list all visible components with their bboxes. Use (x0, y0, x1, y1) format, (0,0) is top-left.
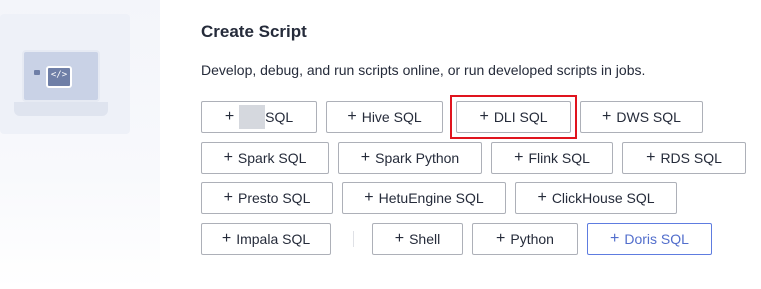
button-label: Hive SQL (361, 109, 422, 125)
doris-sql-button[interactable]: + Doris SQL (587, 223, 712, 255)
button-divider (353, 231, 354, 247)
button-label: Shell (409, 231, 441, 247)
page-title: Create Script (201, 22, 307, 41)
plus-icon: + (610, 230, 620, 247)
flink-sql-button[interactable]: + Flink SQL (491, 142, 613, 174)
plus-icon: + (514, 149, 524, 166)
plus-icon: + (646, 149, 656, 166)
redacted-sql-button[interactable]: + SQL (201, 101, 317, 133)
plus-icon: + (223, 149, 233, 166)
button-label: Spark Python (375, 150, 460, 166)
impala-sql-button[interactable]: + Impala SQL (201, 223, 331, 255)
redacted-label-block (239, 105, 266, 129)
plus-icon: + (347, 108, 357, 125)
plus-icon: + (602, 108, 612, 125)
hetuengine-sql-button[interactable]: + HetuEngine SQL (342, 182, 506, 214)
button-label: Doris SQL (624, 231, 689, 247)
button-label: ClickHouse SQL (551, 190, 655, 206)
python-button[interactable]: + Python (472, 223, 578, 255)
button-label: Presto SQL (237, 190, 311, 206)
hive-sql-button[interactable]: + Hive SQL (326, 101, 443, 133)
presto-sql-button[interactable]: + Presto SQL (201, 182, 333, 214)
code-icon: </> (46, 66, 72, 88)
plus-icon: + (364, 189, 374, 206)
button-label: Spark SQL (237, 150, 307, 166)
shell-button[interactable]: + Shell (372, 223, 463, 255)
script-illustration: </> (0, 0, 160, 289)
rds-sql-button[interactable]: + RDS SQL (622, 142, 746, 174)
plus-icon: + (224, 108, 235, 125)
clickhouse-sql-button[interactable]: + ClickHouse SQL (515, 182, 677, 214)
indicator-dot (34, 70, 40, 75)
plus-icon: + (360, 149, 371, 166)
button-label: Flink SQL (528, 150, 590, 166)
laptop-base (14, 102, 108, 116)
spark-sql-button[interactable]: + Spark SQL (201, 142, 329, 174)
button-label: Python (510, 231, 554, 247)
button-label: Impala SQL (236, 231, 311, 247)
highlight-box (450, 95, 577, 139)
plus-icon: + (537, 189, 547, 206)
laptop-icon: </> (22, 50, 100, 102)
plus-icon: + (394, 230, 405, 247)
plus-icon: + (496, 230, 506, 247)
plus-icon: + (223, 189, 233, 206)
button-label: RDS SQL (660, 150, 722, 166)
page-description: Develop, debug, and run scripts online, … (201, 62, 646, 78)
plus-icon: + (221, 230, 232, 247)
button-label: HetuEngine SQL (378, 190, 484, 206)
button-label: SQL (265, 109, 294, 125)
dws-sql-button[interactable]: + DWS SQL (580, 101, 703, 133)
spark-python-button[interactable]: + Spark Python (338, 142, 482, 174)
button-label: DWS SQL (616, 109, 681, 125)
